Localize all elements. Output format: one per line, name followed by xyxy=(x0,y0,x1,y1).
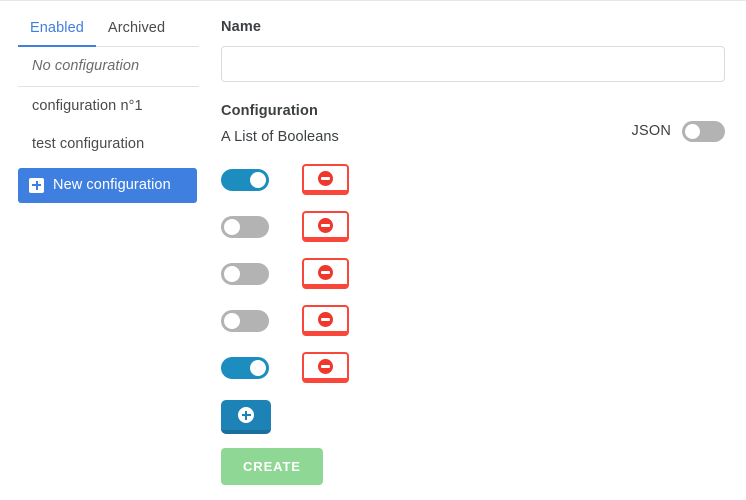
list-item-label: configuration n°1 xyxy=(32,98,143,114)
circle-plus-icon xyxy=(238,407,254,423)
remove-boolean-button[interactable] xyxy=(302,211,349,242)
circle-minus-icon xyxy=(318,312,333,327)
json-toggle[interactable] xyxy=(682,121,725,142)
app-root: Enabled Archived No configuration config… xyxy=(0,0,746,500)
list-item[interactable]: configuration n°1 xyxy=(18,87,199,125)
boolean-toggle[interactable] xyxy=(221,216,269,238)
boolean-toggle[interactable] xyxy=(221,169,269,191)
json-label: JSON xyxy=(632,123,671,139)
configuration-list: No configuration configuration n°1 test … xyxy=(18,47,199,163)
remove-boolean-button[interactable] xyxy=(302,352,349,383)
boolean-row xyxy=(221,344,726,391)
circle-minus-icon xyxy=(318,218,333,233)
boolean-toggle-knob xyxy=(250,360,266,376)
boolean-toggle-knob xyxy=(224,266,240,282)
configuration-header-left: Configuration A List of Booleans xyxy=(221,103,339,145)
sidebar-tabs: Enabled Archived xyxy=(18,11,199,47)
add-boolean-button[interactable] xyxy=(221,400,271,434)
circle-minus-icon xyxy=(318,265,333,280)
name-input[interactable] xyxy=(221,46,725,82)
list-item-empty-label: No configuration xyxy=(32,58,139,74)
boolean-row xyxy=(221,156,726,203)
booleans-list-label: A List of Booleans xyxy=(221,129,339,145)
configuration-header-row: Configuration A List of Booleans JSON xyxy=(221,103,725,145)
boolean-toggle-knob xyxy=(224,313,240,329)
tab-archived[interactable]: Archived xyxy=(96,20,177,47)
boolean-row xyxy=(221,297,726,344)
new-configuration-label: New configuration xyxy=(53,177,171,193)
boolean-row xyxy=(221,203,726,250)
name-label: Name xyxy=(221,19,726,35)
boolean-toggle-knob xyxy=(224,219,240,235)
remove-boolean-button[interactable] xyxy=(302,164,349,195)
json-toggle-group: JSON xyxy=(632,121,725,142)
remove-boolean-button[interactable] xyxy=(302,305,349,336)
circle-minus-icon xyxy=(318,171,333,186)
create-button-label: CREATE xyxy=(243,459,301,474)
new-configuration-button[interactable]: New configuration xyxy=(18,168,197,203)
tab-archived-label: Archived xyxy=(108,20,165,36)
json-toggle-knob xyxy=(685,124,700,139)
list-item-empty: No configuration xyxy=(18,47,199,87)
boolean-toggle[interactable] xyxy=(221,310,269,332)
circle-minus-icon xyxy=(318,359,333,374)
boolean-toggle-knob xyxy=(250,172,266,188)
boolean-toggle[interactable] xyxy=(221,263,269,285)
boolean-toggle[interactable] xyxy=(221,357,269,379)
boolean-rows xyxy=(221,156,726,391)
list-item-label: test configuration xyxy=(32,136,144,152)
sidebar: Enabled Archived No configuration config… xyxy=(0,1,215,500)
remove-boolean-button[interactable] xyxy=(302,258,349,289)
boolean-row xyxy=(221,250,726,297)
tab-enabled-label: Enabled xyxy=(30,20,84,36)
main-panel: Name Configuration A List of Booleans JS… xyxy=(221,1,746,500)
list-item[interactable]: test configuration xyxy=(18,125,199,163)
plus-square-icon xyxy=(29,178,44,193)
tab-enabled[interactable]: Enabled xyxy=(18,20,96,47)
create-button[interactable]: CREATE xyxy=(221,448,323,485)
configuration-label: Configuration xyxy=(221,103,339,119)
